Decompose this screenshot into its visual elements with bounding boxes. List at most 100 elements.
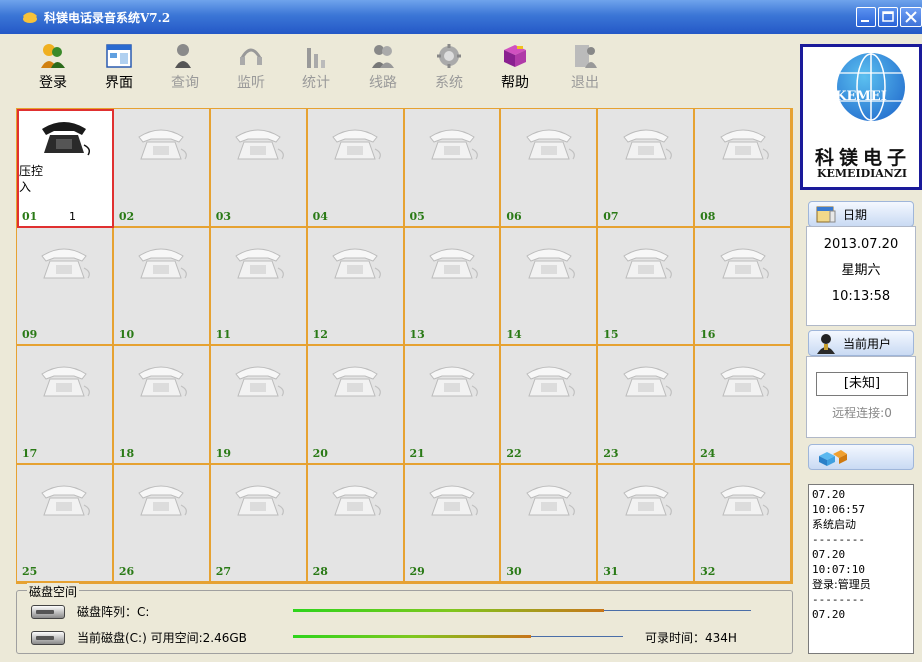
channel-cell[interactable]: 32: [695, 464, 792, 583]
disk-drive-icon: [31, 604, 65, 619]
channel-status: 压控 入: [19, 164, 44, 194]
toolbar-button-label: 统计: [302, 75, 330, 91]
toolbar-button-3[interactable]: 监听: [226, 42, 276, 92]
channel-cell[interactable]: 23: [598, 346, 696, 465]
telephone-icon: [715, 246, 771, 282]
channel-cell[interactable]: 09: [17, 227, 114, 346]
telephone-icon: [36, 246, 92, 282]
channel-cell[interactable]: 15: [598, 227, 696, 346]
toolbar-button-label: 系统: [435, 75, 463, 91]
log-line: 系统启动: [812, 518, 856, 531]
toolbar-button-6[interactable]: 系统: [424, 42, 474, 92]
telephone-icon: [327, 246, 383, 282]
toolbar-button-label: 线路: [369, 75, 397, 91]
channel-number: 28: [312, 565, 328, 578]
telephone-icon: [618, 364, 674, 400]
channel-number: 17: [22, 446, 38, 460]
disk-space-panel: 磁盘空间 磁盘阵列：C: 当前磁盘(C:) 可用空间:2.46GB 可录时间：4…: [16, 583, 793, 654]
toolbar-button-5[interactable]: 线路: [358, 42, 408, 92]
window-title: 科镁电话录音系统V7.2: [44, 10, 171, 25]
channel-number: 04: [312, 209, 328, 223]
channel-cell[interactable]: 17: [17, 346, 114, 465]
telephone-icon: [424, 246, 480, 282]
toolbar-button-label: 查询: [171, 75, 199, 91]
event-log[interactable]: 07.20 10:06:57 系统启动 -------- 07.20 10:07:10 登录…: [808, 484, 914, 654]
channel-cell[interactable]: 07: [598, 109, 696, 228]
logo-cn-text: 科镁电子: [814, 147, 911, 169]
channel-cell[interactable]: 10: [113, 227, 211, 346]
channel-cell[interactable]: 05: [404, 109, 502, 228]
channel-cell[interactable]: 压控 入 01 1: [17, 109, 114, 228]
channel-cell[interactable]: 29: [404, 464, 502, 583]
user-panel-title: 当前用户: [843, 336, 892, 351]
channel-cell[interactable]: 11: [210, 227, 308, 346]
logo-brand-text: KEMEI: [835, 89, 887, 104]
channel-cell[interactable]: 06: [501, 109, 599, 228]
channel-cell[interactable]: 27: [210, 464, 308, 583]
channel-cell[interactable]: 13: [404, 227, 502, 346]
channel-cell[interactable]: 31: [598, 464, 696, 583]
telephone-icon: [36, 364, 92, 400]
channel-cell[interactable]: 20: [307, 346, 405, 465]
log-line: 10:06:57: [812, 503, 865, 516]
date-panel-header: 日期: [808, 201, 914, 227]
channel-cell[interactable]: 04: [307, 109, 405, 228]
toolbar-button-7[interactable]: 帮助: [490, 42, 540, 92]
maximize-icon[interactable]: [878, 7, 898, 27]
system-gear-icon: [435, 42, 463, 70]
channel-cell[interactable]: 02: [113, 109, 211, 228]
channel-cell[interactable]: 08: [695, 109, 792, 228]
close-icon[interactable]: [900, 7, 922, 27]
channel-number: 27: [215, 565, 232, 578]
channel-number: 10: [118, 328, 135, 341]
channel-number: 15: [603, 328, 619, 341]
channel-cell[interactable]: 25: [17, 464, 114, 583]
channel-cell[interactable]: 21: [404, 346, 502, 465]
toolbar-button-8[interactable]: 退出: [560, 42, 610, 92]
channel-cell[interactable]: 14: [501, 227, 599, 346]
toolbar-button-label: 监听: [237, 75, 265, 91]
channel-cell[interactable]: 18: [113, 346, 211, 465]
telephone-icon: [521, 364, 577, 400]
channel-number: 24: [700, 446, 716, 460]
channel-cell[interactable]: 24: [695, 346, 792, 465]
channel-cell[interactable]: 03: [210, 109, 308, 228]
lines-icon: [369, 42, 397, 70]
toolbar-button-4[interactable]: 统计: [291, 42, 341, 92]
exit-icon: [571, 42, 599, 70]
telephone-icon: [424, 127, 480, 163]
channel-cell[interactable]: 28: [307, 464, 405, 583]
disk-array-usage-fill: [293, 609, 604, 612]
channel-cell[interactable]: 30: [501, 464, 599, 583]
channel-cell[interactable]: 26: [113, 464, 211, 583]
channel-cell[interactable]: 22: [501, 346, 599, 465]
telephone-icon: [424, 364, 480, 400]
channel-number: 07: [603, 209, 619, 223]
log-line: --------: [812, 593, 865, 606]
current-disk-label: 当前磁盘(C:) 可用空间:2.46GB: [77, 631, 247, 645]
channel-number: 20: [312, 446, 328, 460]
log-line: 07.20: [812, 548, 846, 561]
toolbar-button-1[interactable]: 界面: [94, 42, 144, 92]
minimize-icon[interactable]: [856, 7, 876, 27]
toolbar-button-2[interactable]: 查询: [160, 42, 210, 92]
channel-cell[interactable]: 12: [307, 227, 405, 346]
remote-connections: 远程连接:0: [832, 406, 892, 420]
channel-number: 18: [118, 446, 135, 460]
login-users-icon: [39, 42, 67, 70]
telephone-icon: [618, 127, 674, 163]
toolbar-button-0[interactable]: 登录: [28, 42, 78, 92]
channel-number: 25: [22, 565, 38, 578]
telephone-icon: [327, 127, 383, 163]
channel-number: 19: [215, 446, 232, 460]
headset-icon: [237, 42, 265, 70]
telephone-icon: [424, 483, 480, 519]
channel-cell[interactable]: 19: [210, 346, 308, 465]
right-panel: KEMEI 科镁电子 KEMEIDIANZI 日期 2013.07.20 星期六…: [800, 44, 922, 662]
disk-array-free-track: [604, 610, 751, 611]
telephone-icon: [327, 483, 383, 519]
telephone-icon: [36, 483, 92, 519]
disk-array-label: 磁盘阵列：C:: [77, 605, 150, 619]
channel-cell[interactable]: 16: [695, 227, 792, 346]
user-panel-header: 当前用户: [808, 330, 914, 356]
